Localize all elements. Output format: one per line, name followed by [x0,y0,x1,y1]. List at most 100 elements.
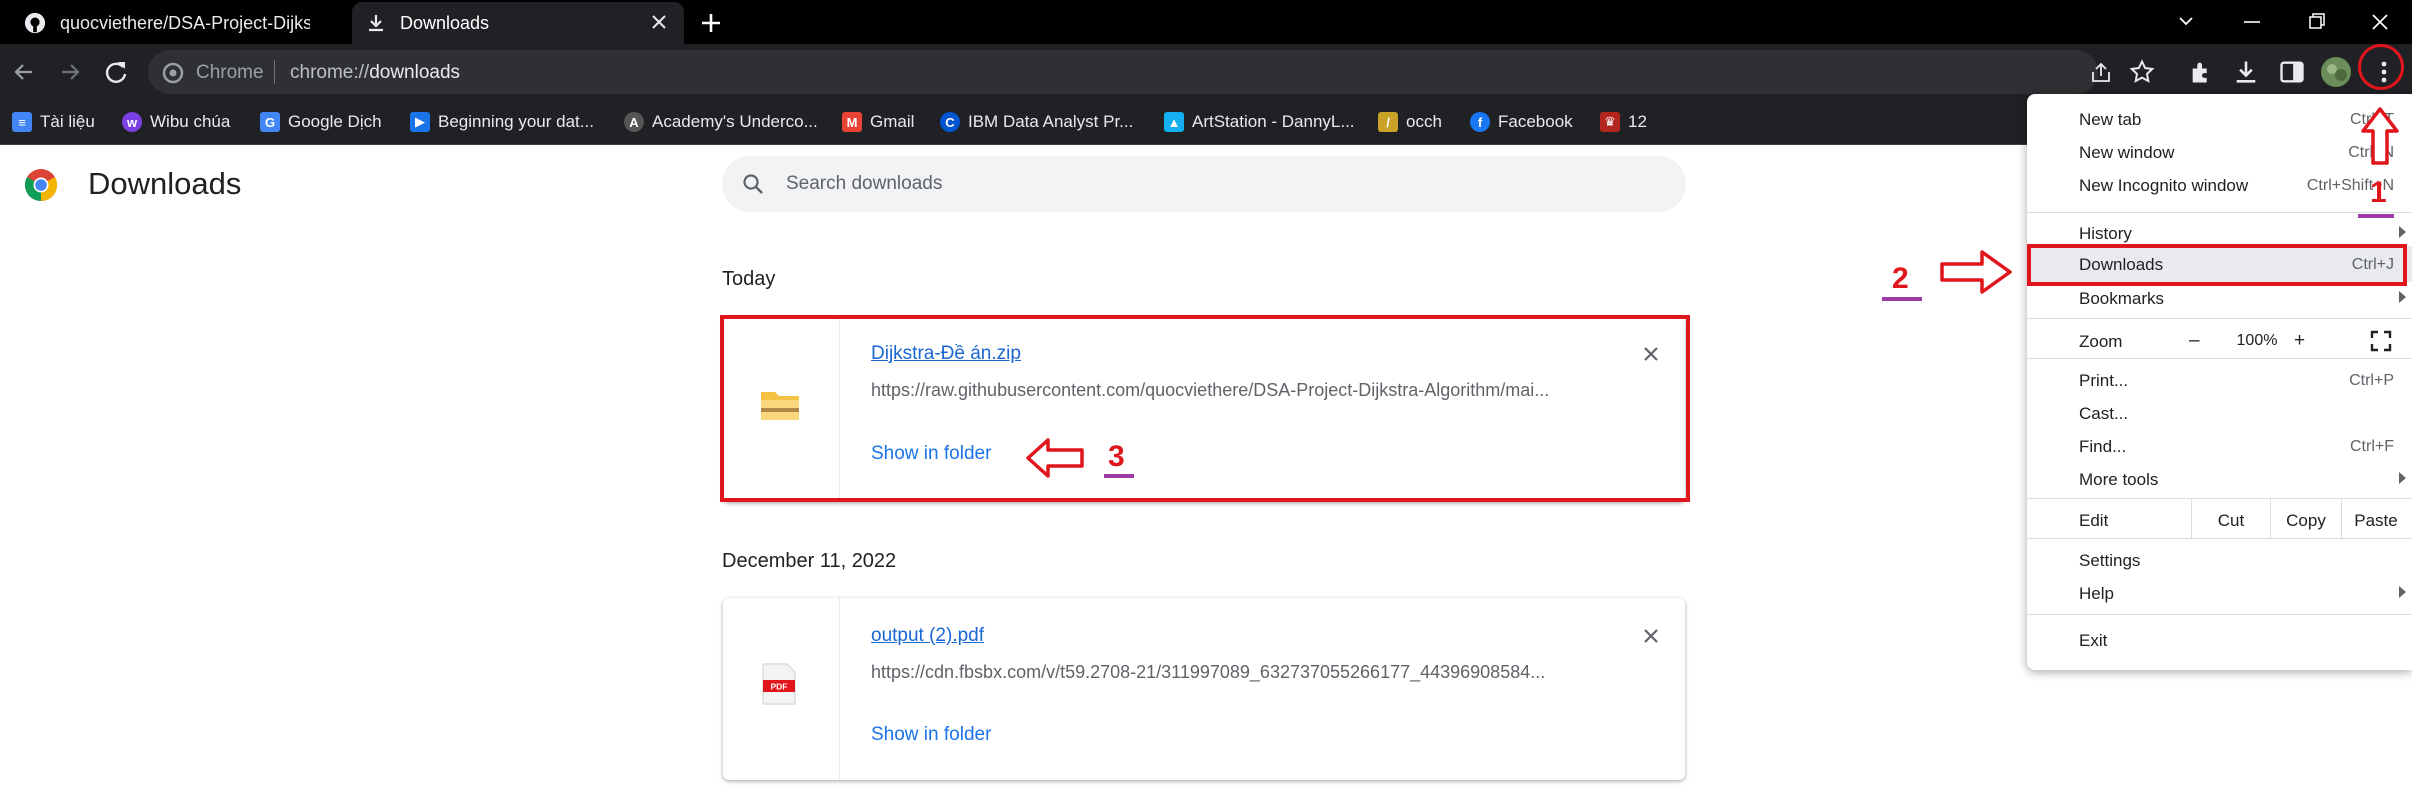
paste-button[interactable]: Paste [2342,511,2410,531]
coursera-icon: C [940,112,960,132]
annotation-number: 3 [1108,440,1125,473]
bookmark-label: 12 [1628,112,1647,131]
file-icon-column: PDF [723,598,840,780]
zoom-in-button[interactable]: + [2294,330,2305,352]
menu-item-exit[interactable]: Exit [2079,631,2107,651]
bookmark-label: Academy's Underco... [652,112,818,131]
menu-item-find[interactable]: Find... [2079,437,2126,457]
fullscreen-icon[interactable] [2370,330,2392,352]
address-separator [274,60,275,84]
close-tab-icon[interactable] [648,11,670,33]
bookmark-gmail[interactable]: M Gmail [842,100,914,144]
zoom-out-button[interactable]: – [2189,330,2200,352]
tab-github[interactable]: quocviethere/DSA-Project-Dijkstra [12,2,342,44]
page-icon: ▶ [410,112,430,132]
bookmark-tai-lieu[interactable]: ≡ Tài liệu [12,100,95,144]
bookmark-facebook[interactable]: f Facebook [1470,100,1573,144]
menu-item-bookmarks[interactable]: Bookmarks [2079,289,2164,309]
annotation-highlight-box [720,315,1690,502]
menu-item-new-tab[interactable]: New tab [2079,110,2141,130]
share-icon[interactable] [2088,60,2114,86]
menu-item-cast[interactable]: Cast... [2079,404,2128,424]
annotation-underline [1882,297,1922,301]
address-bar[interactable]: Chrome chrome://downloads [148,50,2110,94]
wibu-icon: w [122,112,142,132]
forward-icon[interactable] [54,56,86,88]
url-path: downloads [369,62,461,83]
menu-item-more-tools[interactable]: More tools [2079,470,2158,490]
extensions-icon[interactable] [2188,58,2216,86]
bookmark-label: Google Dịch [288,112,382,131]
bookmark-occh[interactable]: / occh [1378,100,1442,144]
menu-item-zoom: Zoom [2079,332,2123,351]
bookmark-wibu-chua[interactable]: w Wibu chúa [122,100,230,144]
game-icon: ♛ [1600,112,1620,132]
bookmark-label: ArtStation - DannyL... [1192,112,1355,131]
bookmark-ibm[interactable]: C IBM Data Analyst Pr... [940,100,1133,144]
new-tab-icon[interactable] [694,6,728,40]
annotation-number: 2 [1892,262,1909,295]
date-header: December 11, 2022 [722,550,897,572]
menu-item-print[interactable]: Print... [2079,371,2128,391]
file-url[interactable]: https://cdn.fbsbx.com/v/t59.2708-21/3119… [871,662,1571,683]
menu-divider [2027,498,2412,499]
restore-icon[interactable] [2286,0,2346,44]
file-name-link[interactable]: output (2).pdf [871,625,984,647]
show-in-folder-link[interactable]: Show in folder [871,724,991,746]
chevron-down-icon[interactable] [2156,0,2216,44]
tab-downloads[interactable]: Downloads [352,2,684,44]
gmail-icon: M [842,112,862,132]
menu-item-settings[interactable]: Settings [2079,551,2140,571]
download-item: PDF output (2).pdf https://cdn.fbsbx.com… [723,598,1685,780]
chrome-logo [24,169,58,202]
artstation-icon: ▲ [1164,112,1184,132]
github-icon [24,12,46,34]
title-bar: quocviethere/DSA-Project-Dijkstra Downlo… [0,0,2412,44]
submenu-arrow-icon [2399,291,2406,303]
bookmark-artstation[interactable]: ▲ ArtStation - DannyL... [1164,100,1355,144]
bookmark-12[interactable]: ♛ 12 [1600,100,1647,144]
remove-item-icon[interactable] [1639,624,1663,648]
facebook-icon: f [1470,112,1490,132]
menu-item-help[interactable]: Help [2079,584,2114,604]
menu-divider [2027,212,2412,213]
zoom-level: 100% [2236,332,2278,349]
annotation-underline [2358,214,2394,218]
chrome-icon [162,62,184,84]
bookmark-beginning[interactable]: ▶ Beginning your dat... [410,100,594,144]
submenu-arrow-icon [2399,472,2406,484]
address-origin: Chrome [196,62,264,83]
annotation-underline [1104,474,1134,478]
svg-text:PDF: PDF [771,682,788,692]
star-icon[interactable] [2128,58,2156,86]
back-icon[interactable] [8,56,40,88]
menu-item-new-window[interactable]: New window [2079,143,2174,163]
bookmark-academy[interactable]: A Academy's Underco... [624,100,818,144]
annotation-arrow-left-icon [1026,438,1084,478]
bookmark-label: Wibu chúa [150,112,231,131]
menu-shortcut: Ctrl+F [2350,438,2394,455]
menu-divider [2027,614,2412,615]
menu-item-edit: Edit [2079,511,2109,530]
reload-icon[interactable] [100,56,132,88]
bookmark-label: Beginning your dat... [438,112,594,131]
bookmark-label: IBM Data Analyst Pr... [968,112,1134,131]
copy-button[interactable]: Copy [2271,511,2341,531]
chrome-menu: New tab Ctrl+T New window Ctrl+N New Inc… [2027,94,2412,670]
submenu-arrow-icon [2399,226,2406,238]
search-icon [743,174,763,194]
date-header: Today [722,268,776,290]
tab-label: quocviethere/DSA-Project-Dijkstra [60,12,310,33]
search-downloads-input[interactable]: Search downloads [722,156,1686,212]
side-panel-icon[interactable] [2278,58,2306,86]
menu-item-history[interactable]: History [2079,224,2132,244]
cut-button[interactable]: Cut [2192,511,2270,531]
bookmark-google-dich[interactable]: G Google Dịch [260,100,382,144]
downloads-toolbar-icon[interactable] [2232,58,2260,86]
menu-item-new-incognito[interactable]: New Incognito window [2079,176,2248,196]
avatar[interactable] [2320,56,2352,88]
minimize-icon[interactable] [2222,0,2282,44]
close-window-icon[interactable] [2350,0,2410,44]
annotation-arrow-up-icon [2361,107,2399,165]
page-title: Downloads [88,166,242,201]
